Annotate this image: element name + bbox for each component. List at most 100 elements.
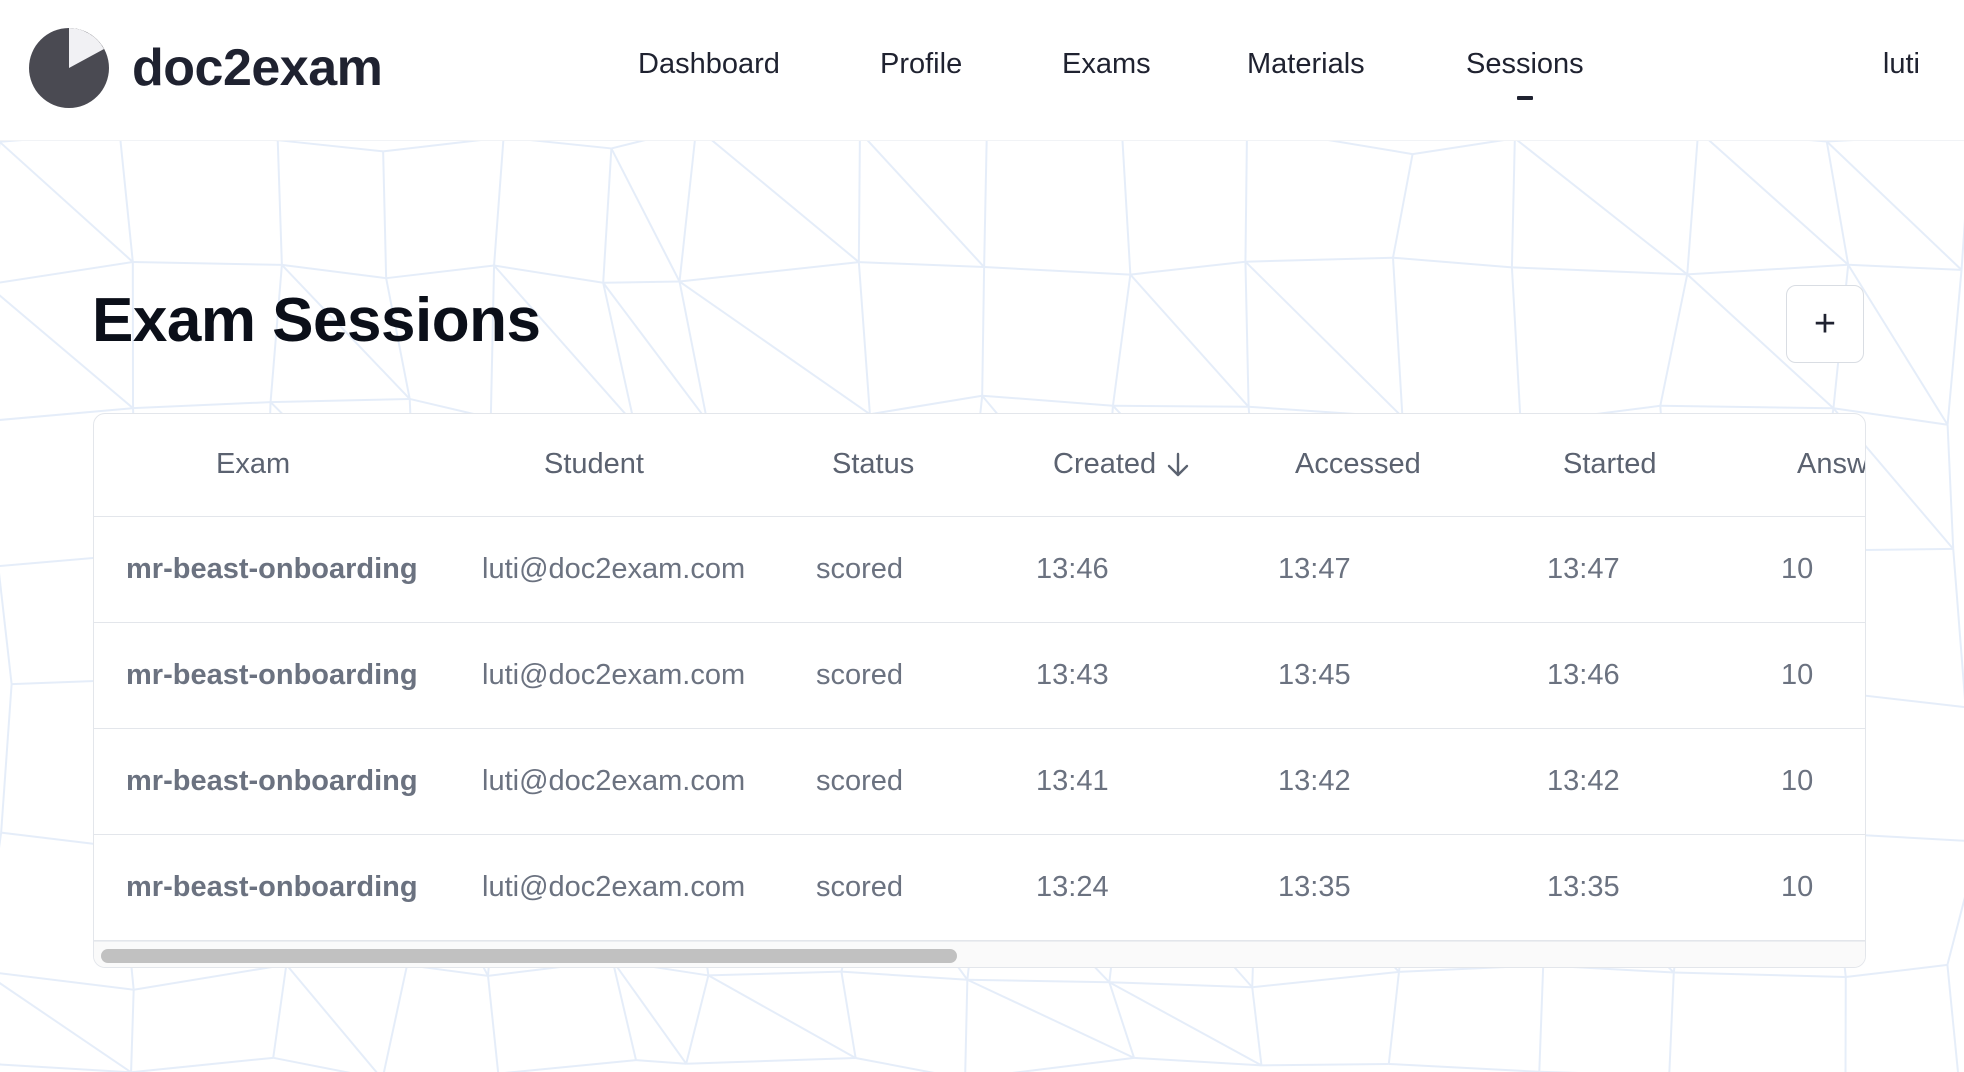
mesh-line	[133, 963, 287, 991]
plus-icon: +	[1813, 302, 1837, 345]
mesh-line	[0, 684, 13, 833]
mesh-line	[277, 139, 384, 153]
mesh-line	[678, 127, 698, 282]
mesh-line	[1538, 965, 1545, 1072]
mesh-line	[1245, 256, 1394, 263]
mesh-line	[708, 970, 842, 977]
mesh-line	[1129, 273, 1250, 408]
cell-started: 13:46	[1547, 659, 1620, 691]
table-row[interactable]: mr-beast-onboarding luti@doc2exam.com sc…	[94, 623, 1865, 729]
table-row[interactable]: mr-beast-onboarding luti@doc2exam.com sc…	[94, 835, 1865, 941]
column-header-exam[interactable]: Exam	[216, 448, 290, 481]
mesh-line	[1388, 1062, 1540, 1072]
mesh-line	[1112, 404, 1249, 408]
scrollbar-thumb[interactable]	[101, 949, 957, 963]
mesh-line	[1252, 970, 1400, 989]
mesh-line	[1261, 1062, 1389, 1067]
column-header-answered[interactable]: Answ	[1797, 448, 1865, 481]
column-header-created-label: Created	[1053, 448, 1157, 480]
mesh-line	[130, 1056, 274, 1072]
mesh-line	[382, 964, 409, 1072]
nav-materials[interactable]: Materials	[1247, 48, 1365, 81]
cell-answered: 10	[1781, 659, 1814, 691]
mesh-line	[1109, 981, 1253, 989]
cell-accessed: 13:35	[1278, 871, 1351, 903]
column-header-started[interactable]: Started	[1563, 448, 1657, 481]
add-session-button[interactable]: +	[1786, 285, 1864, 363]
nav-exams[interactable]: Exams	[1062, 48, 1151, 81]
mesh-line	[493, 137, 505, 266]
column-header-student[interactable]: Student	[544, 448, 644, 481]
mesh-line	[1392, 256, 1512, 269]
cell-exam: mr-beast-onboarding	[126, 553, 418, 585]
user-menu[interactable]: luti	[1883, 48, 1920, 81]
mesh-line	[967, 978, 1110, 984]
table-row[interactable]: mr-beast-onboarding luti@doc2exam.com sc…	[94, 729, 1865, 835]
mesh-line	[493, 264, 604, 284]
cell-student: luti@doc2exam.com	[482, 553, 746, 585]
mesh-line	[610, 147, 681, 282]
mesh-line	[487, 975, 500, 1072]
mesh-line	[1511, 266, 1688, 276]
arrow-down-icon	[1167, 453, 1189, 477]
mesh-line	[1244, 126, 1249, 262]
mesh-line	[695, 126, 860, 263]
mesh-line	[1673, 971, 1846, 979]
cell-student: luti@doc2exam.com	[482, 659, 746, 691]
mesh-line	[1133, 1056, 1262, 1067]
cell-status: scored	[816, 553, 904, 585]
mesh-line	[1952, 548, 1964, 700]
brand[interactable]: doc2exam	[28, 27, 383, 109]
mesh-line	[869, 394, 983, 416]
mesh-line	[857, 262, 871, 415]
mesh-line	[504, 1059, 637, 1072]
sessions-table: Exam Student Status Created Accessed Sta…	[93, 413, 1866, 968]
mesh-line	[964, 979, 969, 1072]
brand-name: doc2exam	[132, 39, 383, 97]
mesh-line	[0, 260, 133, 284]
mesh-line	[679, 261, 859, 283]
nav-profile[interactable]: Profile	[880, 48, 962, 81]
mesh-line	[0, 572, 13, 685]
column-header-accessed[interactable]: Accessed	[1295, 448, 1421, 481]
mesh-line	[118, 132, 134, 263]
mesh-line	[1121, 139, 1132, 275]
mesh-line	[132, 401, 271, 410]
column-header-created[interactable]: Created	[1053, 448, 1190, 481]
cell-started: 13:47	[1547, 553, 1620, 585]
page: doc2exam Dashboard Profile Exams Materia…	[0, 0, 1964, 1072]
mesh-line	[1946, 896, 1964, 966]
mesh-line	[0, 972, 134, 991]
cell-started: 13:35	[1547, 871, 1620, 903]
mesh-line	[1514, 137, 1688, 276]
mesh-line	[1012, 1056, 1135, 1072]
mesh-line	[272, 964, 288, 1058]
mesh-line	[678, 281, 709, 422]
column-header-status[interactable]: Status	[832, 448, 914, 481]
table-row[interactable]: mr-beast-onboarding luti@doc2exam.com sc…	[94, 517, 1865, 623]
cell-created: 13:41	[1036, 765, 1109, 797]
mesh-line	[1244, 261, 1250, 407]
cell-created: 13:43	[1036, 659, 1109, 691]
mesh-line	[858, 261, 985, 269]
cell-student: luti@doc2exam.com	[482, 871, 746, 903]
mesh-line	[1392, 257, 1404, 418]
mesh-line	[1697, 129, 1849, 266]
horizontal-scrollbar[interactable]	[94, 941, 1865, 967]
mesh-line	[983, 129, 988, 268]
cell-accessed: 13:47	[1278, 553, 1351, 585]
mesh-line	[1659, 274, 1689, 406]
nav-sessions[interactable]: Sessions	[1466, 48, 1584, 81]
mesh-line	[0, 141, 134, 263]
mesh-line	[270, 397, 410, 404]
mesh-line	[1130, 260, 1246, 276]
mesh-line	[981, 267, 986, 396]
cell-status: scored	[816, 871, 904, 903]
cell-exam: mr-beast-onboarding	[126, 659, 418, 691]
nav-dashboard[interactable]: Dashboard	[638, 48, 780, 81]
mesh-line	[1946, 964, 1959, 1072]
mesh-line	[1687, 263, 1849, 276]
page-title: Exam Sessions	[92, 286, 541, 355]
mesh-line	[1660, 404, 1834, 410]
pie-clock-icon	[29, 28, 109, 108]
